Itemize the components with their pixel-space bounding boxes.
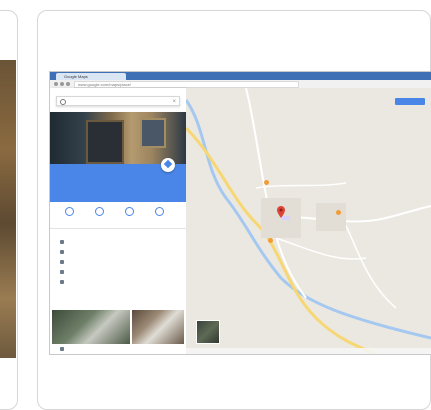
place-photo[interactable] xyxy=(50,112,186,164)
share-icon xyxy=(154,207,164,216)
place-panel: × xyxy=(50,88,186,354)
sign-in-button[interactable] xyxy=(395,98,425,105)
place-pin-icon[interactable] xyxy=(277,206,285,218)
gallery-photo[interactable] xyxy=(132,310,184,344)
nearby-icon xyxy=(94,207,104,216)
action-save[interactable] xyxy=(58,207,80,218)
info-icon xyxy=(60,347,64,351)
info-address[interactable] xyxy=(50,238,186,247)
close-icon[interactable]: × xyxy=(172,97,176,105)
phone-icon xyxy=(60,260,64,264)
town-block xyxy=(261,198,301,238)
previous-card-image xyxy=(0,60,16,358)
map-background xyxy=(186,88,431,354)
panel-footer[interactable] xyxy=(50,346,186,354)
map-view[interactable] xyxy=(184,87,431,354)
town-block xyxy=(316,203,346,231)
place-header xyxy=(50,158,186,202)
photo-window xyxy=(140,118,166,148)
action-send[interactable] xyxy=(118,207,140,218)
directions-icon xyxy=(163,159,173,169)
gallery-photo[interactable] xyxy=(52,310,130,344)
back-icon[interactable] xyxy=(54,82,58,86)
map-footer xyxy=(186,348,431,354)
directions-button[interactable] xyxy=(161,158,175,172)
info-link[interactable] xyxy=(50,278,186,287)
poi-marker[interactable] xyxy=(336,210,341,215)
send-icon xyxy=(124,207,134,216)
search-icon[interactable] xyxy=(60,99,66,105)
location-pin-icon xyxy=(60,240,64,244)
satellite-toggle[interactable] xyxy=(196,320,220,344)
info-hours[interactable] xyxy=(50,268,186,277)
clock-icon xyxy=(60,270,64,274)
web-icon xyxy=(60,250,64,254)
save-icon xyxy=(64,207,74,216)
info-phone[interactable] xyxy=(50,258,186,267)
embedded-screenshot: Google Maps www.google.com/maps/place/ × xyxy=(50,72,431,354)
forward-icon[interactable] xyxy=(60,82,64,86)
action-share[interactable] xyxy=(148,207,170,218)
photo-gallery xyxy=(52,310,184,344)
search-input[interactable]: × xyxy=(56,96,180,106)
poi-marker[interactable] xyxy=(264,180,269,185)
browser-tab-label: Google Maps xyxy=(64,74,88,79)
action-nearby[interactable] xyxy=(88,207,110,218)
map-canvas[interactable] xyxy=(184,87,431,354)
browser-tab[interactable]: Google Maps xyxy=(56,73,126,80)
info-website[interactable] xyxy=(50,248,186,257)
reload-icon[interactable] xyxy=(66,82,70,86)
poi-marker[interactable] xyxy=(268,238,273,243)
action-bar xyxy=(50,204,186,229)
globe-icon xyxy=(60,280,64,284)
photo-door xyxy=(86,120,124,164)
browser-titlebar: Google Maps xyxy=(50,72,431,80)
address-bar[interactable]: www.google.com/maps/place/ xyxy=(74,81,299,88)
